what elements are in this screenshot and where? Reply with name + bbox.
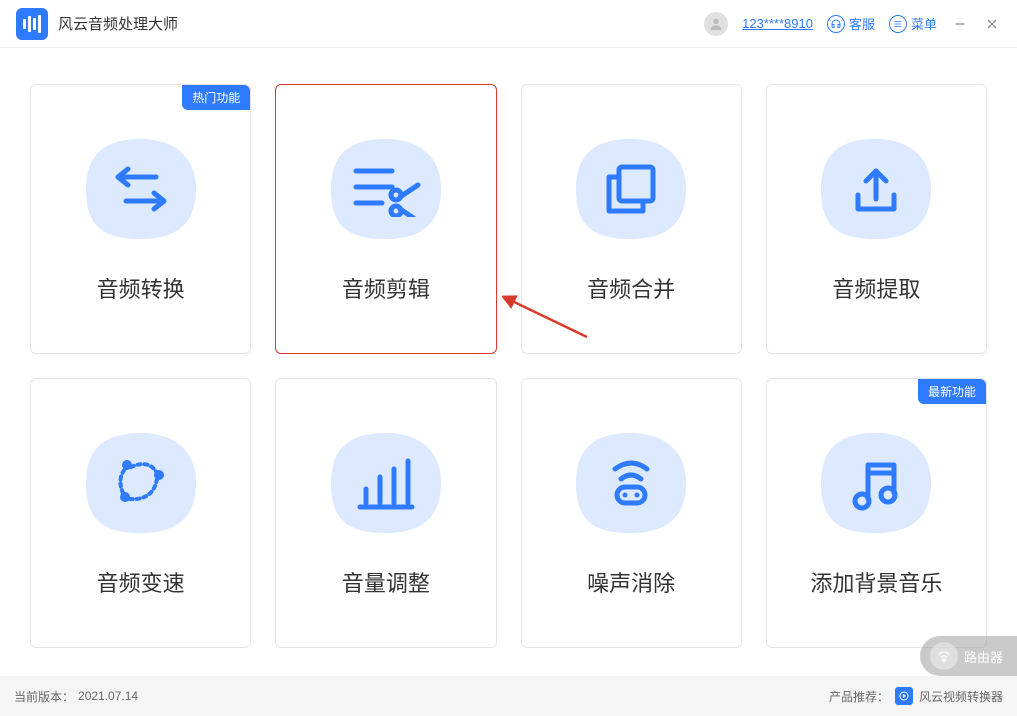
card-noise-remove[interactable]: 噪声消除 (521, 378, 742, 648)
router-icon (930, 642, 958, 670)
recommend-app-icon[interactable] (895, 687, 913, 705)
card-audio-merge[interactable]: 音频合并 (521, 84, 742, 354)
username-link[interactable]: 123****8910 (742, 16, 813, 31)
music-icon (848, 453, 904, 513)
card-volume-adjust[interactable]: 音量调整 (275, 378, 496, 648)
card-audio-convert[interactable]: 热门功能 音频转换 (30, 84, 251, 354)
status-bar: 当前版本： 2021.07.14 产品推荐： 风云视频转换器 (0, 676, 1017, 716)
hot-badge: 热门功能 (182, 85, 250, 110)
extract-icon (848, 161, 904, 217)
headset-icon (827, 15, 845, 33)
card-label: 音频转换 (97, 272, 185, 304)
app-title: 风云音频处理大师 (58, 13, 178, 34)
watermark-label: 路由器 (964, 647, 1003, 666)
app-logo (16, 8, 48, 40)
cut-icon (346, 161, 426, 217)
version-label: 当前版本： (14, 688, 74, 705)
minimize-button[interactable] (951, 15, 969, 33)
card-label: 音频合并 (587, 272, 675, 304)
new-badge: 最新功能 (918, 379, 986, 404)
card-label: 添加背景音乐 (810, 566, 942, 598)
card-audio-extract[interactable]: 音频提取 (766, 84, 987, 354)
card-audio-cut[interactable]: 音频剪辑 (275, 84, 496, 354)
denoise-icon (599, 455, 663, 511)
card-label: 音量调整 (342, 566, 430, 598)
recommend-app-name[interactable]: 风云视频转换器 (919, 688, 1003, 705)
card-label: 音频剪辑 (342, 272, 430, 304)
speed-icon (109, 451, 173, 515)
close-button[interactable] (983, 15, 1001, 33)
user-avatar[interactable] (704, 12, 728, 36)
support-link[interactable]: 客服 (827, 14, 875, 33)
card-label: 音频提取 (832, 272, 920, 304)
support-label: 客服 (849, 14, 875, 33)
menu-link[interactable]: 菜单 (889, 14, 937, 33)
menu-icon (889, 15, 907, 33)
title-bar: 风云音频处理大师 123****8910 客服 菜单 (0, 0, 1017, 48)
card-audio-speed[interactable]: 音频变速 (30, 378, 251, 648)
feature-grid: 热门功能 音频转换 音频剪辑 (0, 48, 1017, 668)
convert-icon (106, 159, 176, 219)
version-value: 2021.07.14 (78, 689, 138, 703)
volume-icon (354, 455, 418, 511)
card-add-bgm[interactable]: 最新功能 添加背景音乐 (766, 378, 987, 648)
card-label: 音频变速 (97, 566, 185, 598)
watermark: 路由器 (920, 636, 1017, 676)
menu-label: 菜单 (911, 14, 937, 33)
merge-icon (599, 161, 663, 217)
recommend-label: 产品推荐： (829, 688, 889, 705)
card-label: 噪声消除 (587, 566, 675, 598)
